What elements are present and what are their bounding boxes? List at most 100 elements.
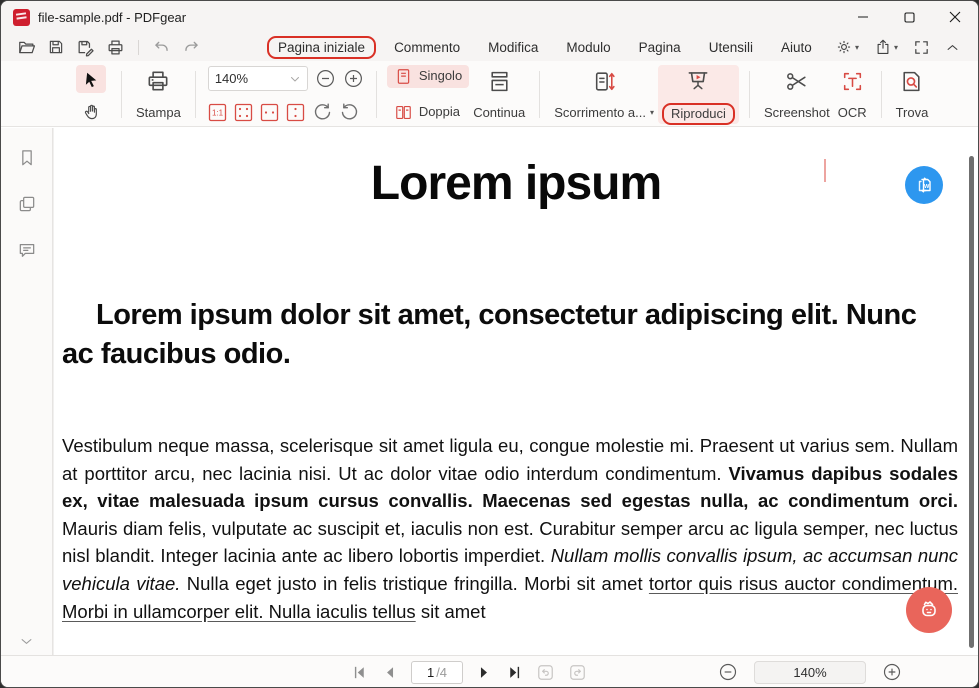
zoom-combobox[interactable]: 140%: [208, 66, 308, 91]
continuous-page-icon: [487, 66, 512, 96]
select-tool-button[interactable]: [76, 65, 106, 93]
zoom-row: 140%: [208, 66, 364, 91]
menubar-right-icons: ▾ ▾: [835, 38, 978, 56]
close-button[interactable]: [932, 1, 978, 33]
quick-access-toolbar: [1, 38, 201, 57]
share-button[interactable]: ▾: [874, 38, 898, 56]
first-page-button[interactable]: [351, 664, 368, 681]
previous-page-button[interactable]: [381, 664, 398, 681]
double-view-button[interactable]: Doppia: [387, 101, 469, 124]
rotate-cw-button[interactable]: [312, 102, 333, 123]
maximize-button[interactable]: [886, 1, 932, 33]
tab-pagina[interactable]: Pagina: [629, 37, 691, 58]
sidebar-icons: [1, 128, 52, 260]
toolbar-separator: [539, 71, 540, 118]
statusbar-zoom-out-button[interactable]: [718, 662, 738, 682]
redo-icon[interactable]: [182, 38, 201, 57]
toolbar-separator: [121, 71, 122, 118]
tab-utensili[interactable]: Utensili: [699, 37, 763, 58]
screenshot-label: Screenshot: [764, 105, 830, 123]
window-controls: [840, 1, 978, 33]
comments-panel-button[interactable]: [17, 240, 37, 260]
quick-access-separator: [138, 40, 139, 55]
content-area: Lorem ipsum W Lorem ipsum dolor sit amet…: [1, 128, 978, 657]
convert-to-word-badge[interactable]: W: [905, 166, 943, 204]
toolbar-separator: [881, 71, 882, 118]
print-label: Stampa: [136, 105, 181, 123]
tab-aiuto[interactable]: Aiuto: [771, 37, 822, 58]
select-tools-group: [71, 65, 111, 124]
menu-tabs: Pagina iniziale Commento Modifica Modulo…: [267, 36, 822, 59]
save-as-icon[interactable]: [76, 38, 95, 57]
sidebar-collapse-button[interactable]: [1, 634, 52, 649]
rotate-ccw-button[interactable]: [339, 102, 360, 123]
document-heading: Lorem ipsum dolor sit amet, consectetur …: [62, 296, 924, 374]
hand-tool-button[interactable]: [76, 98, 106, 124]
quick-print-icon[interactable]: [106, 38, 125, 57]
find-icon: [899, 66, 924, 96]
last-page-button[interactable]: [506, 664, 523, 681]
presentation-play-icon: [685, 66, 711, 96]
statusbar-zoom-in-button[interactable]: [882, 662, 902, 682]
vertical-scrollbar[interactable]: [969, 156, 974, 648]
tab-modulo[interactable]: Modulo: [556, 37, 620, 58]
fit-page-button[interactable]: [234, 103, 254, 123]
find-button[interactable]: Trova: [892, 65, 933, 124]
undo-icon[interactable]: [152, 38, 171, 57]
collapse-ribbon-button[interactable]: [945, 40, 960, 55]
toolbar-separator: [376, 71, 377, 118]
zoom-combobox-value: 140%: [215, 71, 289, 86]
single-page-icon: [394, 67, 413, 86]
theme-button[interactable]: ▾: [835, 38, 859, 56]
ocr-label: OCR: [838, 105, 867, 123]
fullscreen-button[interactable]: [913, 39, 930, 56]
zoom-in-button[interactable]: [343, 68, 364, 89]
left-sidebar: [1, 128, 53, 657]
ocr-button[interactable]: OCR: [834, 65, 871, 124]
assistant-mascot-button[interactable]: [906, 587, 952, 633]
autoscroll-icon: [592, 66, 617, 96]
tab-pagina-iniziale[interactable]: Pagina iniziale: [267, 36, 376, 59]
autoscroll-label: Scorrimento a...: [554, 105, 646, 121]
pdfgear-logo-icon: [13, 9, 30, 26]
zoom-out-button[interactable]: [315, 68, 336, 89]
pdf-page[interactable]: Lorem ipsum W Lorem ipsum dolor sit amet…: [54, 128, 978, 657]
page-number-input[interactable]: 1 /4: [411, 661, 463, 684]
statusbar-zoom-value[interactable]: 140%: [754, 661, 866, 684]
autoscroll-button[interactable]: Scorrimento a... ▾: [550, 65, 658, 124]
titlebar-left: file-sample.pdf - PDFgear: [1, 9, 840, 26]
continuous-view-button[interactable]: Continua: [469, 65, 529, 124]
document-title: Lorem ipsum: [54, 156, 978, 211]
actual-size-button[interactable]: 1:1: [208, 103, 228, 123]
next-view-button[interactable]: [568, 663, 587, 682]
pdfgear-window: file-sample.pdf - PDFgear: [0, 0, 979, 688]
continuous-view-label: Continua: [473, 105, 525, 123]
theme-caret-icon: ▾: [855, 43, 859, 52]
tab-commento[interactable]: Commento: [384, 37, 470, 58]
fit-height-button[interactable]: [286, 103, 306, 123]
thumbnails-panel-button[interactable]: [17, 194, 37, 214]
share-caret-icon: ▾: [894, 43, 898, 52]
play-button[interactable]: Riproduci: [658, 65, 739, 124]
scissors-icon: [784, 66, 809, 96]
find-label: Trova: [896, 105, 929, 123]
previous-view-button[interactable]: [536, 663, 555, 682]
minimize-button[interactable]: [840, 1, 886, 33]
bookmarks-panel-button[interactable]: [17, 148, 37, 168]
screenshot-button[interactable]: Screenshot: [760, 65, 834, 124]
print-button[interactable]: Stampa: [132, 65, 185, 124]
statusbar-zoom: 140%: [718, 656, 902, 688]
open-file-icon[interactable]: [17, 38, 36, 57]
current-page: 1: [427, 665, 434, 680]
chevron-down-icon: [289, 73, 301, 85]
titlebar: file-sample.pdf - PDFgear: [1, 1, 978, 33]
fit-width-button[interactable]: [260, 103, 280, 123]
page-navigation: 1 /4: [351, 656, 587, 688]
save-icon[interactable]: [47, 38, 65, 56]
double-view-label: Doppia: [419, 104, 460, 122]
menubar: Pagina iniziale Commento Modifica Modulo…: [1, 33, 978, 61]
toolbar-separator: [749, 71, 750, 118]
next-page-button[interactable]: [476, 664, 493, 681]
tab-modifica[interactable]: Modifica: [478, 37, 548, 58]
single-view-button[interactable]: Singolo: [387, 65, 469, 88]
